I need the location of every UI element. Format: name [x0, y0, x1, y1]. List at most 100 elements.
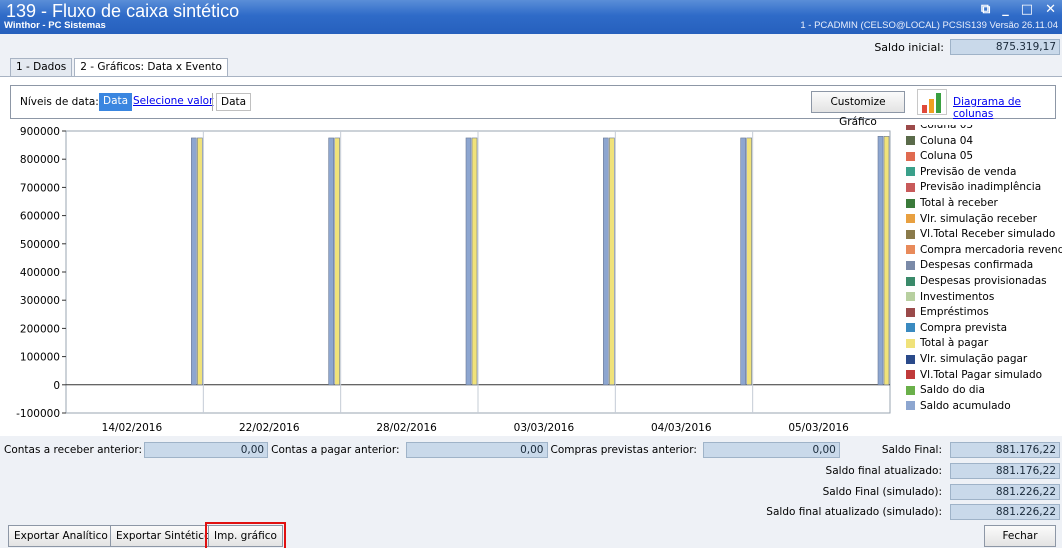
- saldo-final-atualizado-label: Saldo final atualizado:: [825, 465, 942, 477]
- saldo-final-simulado-row: Saldo Final (simulado): 881.226,22: [823, 484, 1060, 500]
- saldo-final-atual-sim-field[interactable]: 881.226,22: [950, 504, 1060, 520]
- legend-item: Empréstimos: [906, 306, 989, 318]
- bar-saldo-acumulado: [465, 137, 472, 386]
- legend-swatch: [906, 214, 915, 224]
- chart-legend: Coluna 03 Coluna 04 Coluna 05 Previsão de v…: [900, 125, 1062, 437]
- legend-swatch: [906, 354, 915, 364]
- maximize-icon[interactable]: □: [1021, 2, 1033, 17]
- column-chart-icon[interactable]: [917, 89, 947, 115]
- legend-swatch: [906, 307, 915, 317]
- title-bar: 139 - Fluxo de caixa sintético Winthor -…: [0, 0, 1062, 34]
- bar-saldo-acumulado: [603, 137, 609, 386]
- restore-icon[interactable]: ⧉: [981, 2, 990, 17]
- bar-total-pagar: [883, 136, 890, 386]
- bar-saldo-acumulado: [740, 137, 746, 386]
- legend-label: Vlr. simulação pagar: [920, 353, 1028, 365]
- exportar-analitico-button[interactable]: Exportar Analítico: [8, 525, 114, 547]
- legend-label: Vl.Total Pagar simulado: [920, 368, 1043, 381]
- legend-item: Compra mercadoria revenda: [906, 244, 1062, 256]
- saldo-final-atual-sim-row: Saldo final atualizado (simulado): 881.2…: [766, 504, 1060, 520]
- legend-item: Total à receber: [906, 197, 998, 209]
- customize-grafico-button[interactable]: Customize Gráfico: [811, 91, 905, 128]
- data-chip-selected[interactable]: Data: [99, 93, 133, 111]
- x-tick-label: 04/03/2016: [651, 422, 712, 434]
- legend-label: Compra mercadoria revenda: [920, 243, 1062, 256]
- legend-item: Despesas confirmada: [906, 259, 1033, 271]
- fechar-button[interactable]: Fechar: [984, 525, 1056, 547]
- tab-graficos[interactable]: 2 - Gráficos: Data x Evento: [74, 58, 228, 76]
- legend-swatch: [906, 245, 915, 255]
- minimize-icon[interactable]: _: [1002, 2, 1009, 17]
- legend-item: Vlr. simulação receber: [906, 213, 1037, 225]
- bar-saldo-acumulado: [328, 137, 334, 386]
- footer-anterior-row: Contas a receber anterior: 0,00 Contas a…: [4, 442, 840, 458]
- data-chip[interactable]: Data: [216, 93, 252, 111]
- saldo-inicial-label: Saldo inicial:: [874, 40, 944, 54]
- y-tick-label: -100000: [16, 408, 60, 420]
- tab-bar: 1 - Dados 2 - Gráficos: Data x Evento: [10, 58, 230, 76]
- legend-swatch: [906, 385, 915, 395]
- legend-swatch: [906, 136, 915, 146]
- legend-label: Empréstimos: [920, 306, 989, 319]
- legend-item: Previsão inadimplência: [906, 181, 1041, 193]
- legend-item: Vl.Total Receber simulado: [906, 228, 1055, 240]
- close-icon[interactable]: ✕: [1045, 2, 1056, 17]
- compras-previstas-field[interactable]: 0,00: [702, 442, 840, 458]
- contas-pagar-field[interactable]: 0,00: [405, 442, 548, 458]
- legend-label: Total à receber: [920, 197, 998, 209]
- imp-grafico-button[interactable]: Imp. gráfico: [205, 522, 286, 548]
- diagrama-colunas-link[interactable]: Diagrama de colunas: [953, 96, 1055, 120]
- x-tick-label: 14/02/2016: [102, 422, 163, 434]
- saldo-final-atual-sim-label: Saldo final atualizado (simulado):: [766, 506, 942, 518]
- legend-label: Investimentos: [920, 290, 995, 303]
- bar-saldo-acumulado: [191, 137, 197, 386]
- saldo-final-atualizado-field[interactable]: 881.176,22: [950, 463, 1060, 479]
- saldo-final-simulado-field[interactable]: 881.226,22: [950, 484, 1060, 500]
- legend-label: Vl.Total Receber simulado: [920, 228, 1056, 241]
- bar-total-pagar: [471, 137, 478, 386]
- window-controls: ⧉ _ □ ✕: [981, 2, 1056, 17]
- y-tick-label: 600000: [20, 211, 60, 223]
- legend-item: Compra prevista: [906, 322, 1007, 334]
- bar-total-pagar: [197, 137, 203, 386]
- legend-label: Coluna 05: [920, 150, 974, 163]
- chart-toolbar: Níveis de data: Data Selecione valor Dat…: [10, 85, 1056, 128]
- legend-label: Previsão inadimplência: [920, 181, 1042, 194]
- legend-swatch: [906, 125, 915, 130]
- legend-swatch: [906, 198, 915, 208]
- legend-label: Saldo do dia: [920, 384, 985, 397]
- legend-swatch: [906, 260, 915, 270]
- tab-dados[interactable]: 1 - Dados: [10, 58, 73, 76]
- niveis-label: Níveis de data:: [20, 96, 99, 108]
- legend-label: Coluna 03: [920, 125, 974, 131]
- exportar-sintetico-button[interactable]: Exportar Sintético: [110, 525, 217, 547]
- y-tick-label: 400000: [20, 267, 60, 279]
- saldo-inicial-field[interactable]: 875.319,17: [950, 39, 1060, 55]
- legend-item: Vlr. simulação pagar: [906, 353, 1027, 365]
- legend-label: Coluna 04: [920, 134, 974, 147]
- y-tick-label: 100000: [20, 352, 60, 364]
- bar-total-pagar: [746, 137, 752, 386]
- contas-receber-label: Contas a receber anterior:: [4, 444, 143, 456]
- x-tick-label: 28/02/2016: [376, 422, 437, 434]
- legend-swatch: [906, 182, 915, 192]
- x-tick-label: 03/03/2016: [514, 422, 575, 434]
- legend-swatch: [906, 370, 915, 380]
- window-title: 139 - Fluxo de caixa sintético: [6, 1, 240, 21]
- window-subtitle: Winthor - PC Sistemas: [4, 20, 106, 31]
- bar-total-pagar: [334, 137, 340, 386]
- bar-total-pagar: [609, 137, 615, 386]
- y-tick-label: 0: [53, 380, 60, 392]
- legend-swatch: [906, 151, 915, 161]
- legend-swatch: [906, 276, 915, 286]
- contas-receber-field[interactable]: 0,00: [144, 442, 269, 458]
- session-info: 1 - PCADMIN (CELSO@LOCAL) PCSIS139 Versã…: [800, 20, 1058, 31]
- y-tick-label: 200000: [20, 323, 60, 335]
- legend-item: Despesas provisionadas: [906, 275, 1047, 287]
- selecione-valor-link[interactable]: Selecione valor: [129, 93, 217, 111]
- legend-swatch: [906, 167, 915, 177]
- saldo-final-field[interactable]: 881.176,22: [950, 442, 1060, 458]
- bar-saldo-acumulado: [877, 136, 884, 386]
- saldo-inicial-row: Saldo inicial: 875.319,17: [874, 39, 1060, 55]
- legend-item: Total à pagar: [906, 337, 988, 349]
